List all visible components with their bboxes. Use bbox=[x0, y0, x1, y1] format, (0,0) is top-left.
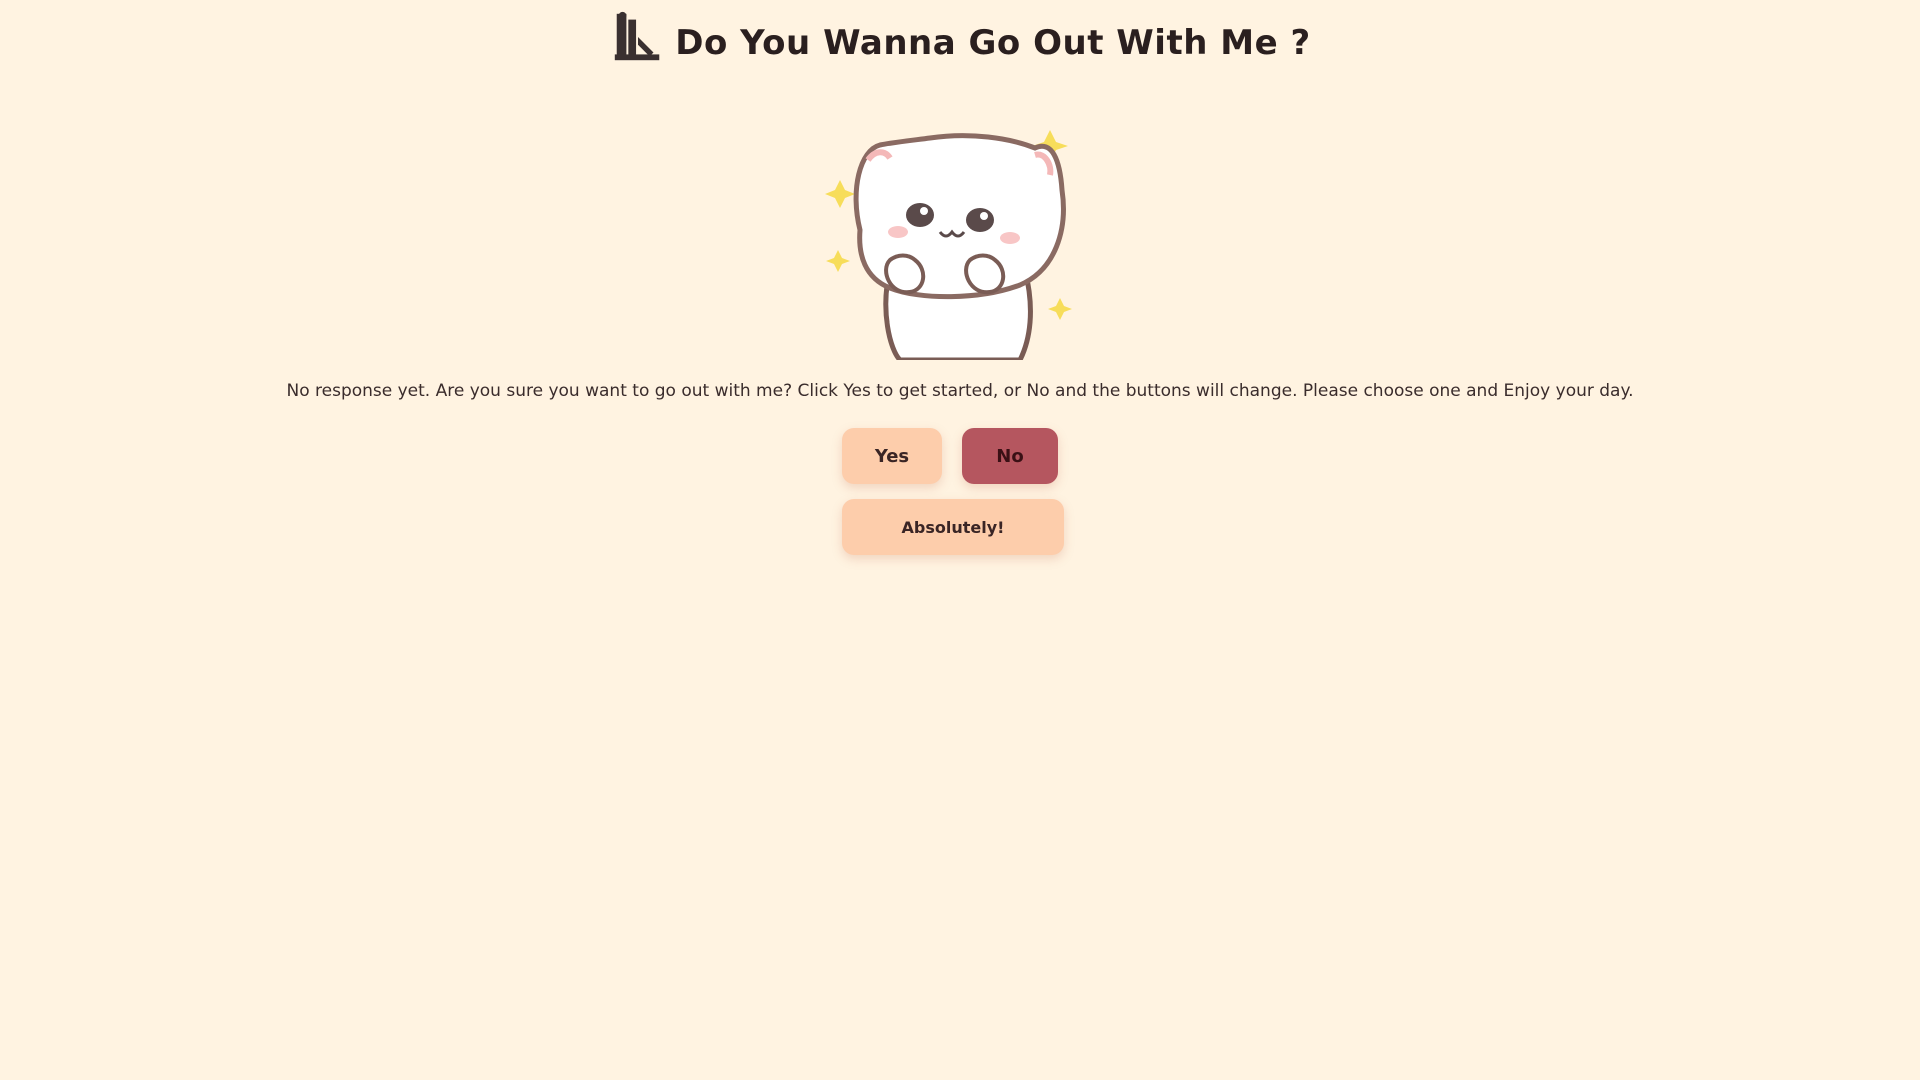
yes-button[interactable]: Yes bbox=[842, 428, 942, 484]
title-row: Do You Wanna Go Out With Me ? bbox=[0, 8, 1920, 66]
absolutely-button[interactable]: Absolutely! bbox=[842, 499, 1064, 555]
sparkle-icon bbox=[825, 180, 855, 208]
cat-illustration bbox=[820, 120, 1090, 363]
message-text: No response yet. Are you sure you want t… bbox=[286, 381, 1634, 401]
cat-image bbox=[825, 130, 1072, 363]
valentine-page: Do You Wanna Go Out With Me ? No respons… bbox=[0, 0, 1920, 1080]
flower-icon bbox=[615, 11, 660, 61]
no-button[interactable]: No bbox=[962, 428, 1058, 484]
sparkle-icon bbox=[1048, 298, 1072, 320]
sparkle-icon bbox=[826, 250, 850, 272]
page-title: Do You Wanna Go Out With Me ? bbox=[675, 23, 1311, 63]
